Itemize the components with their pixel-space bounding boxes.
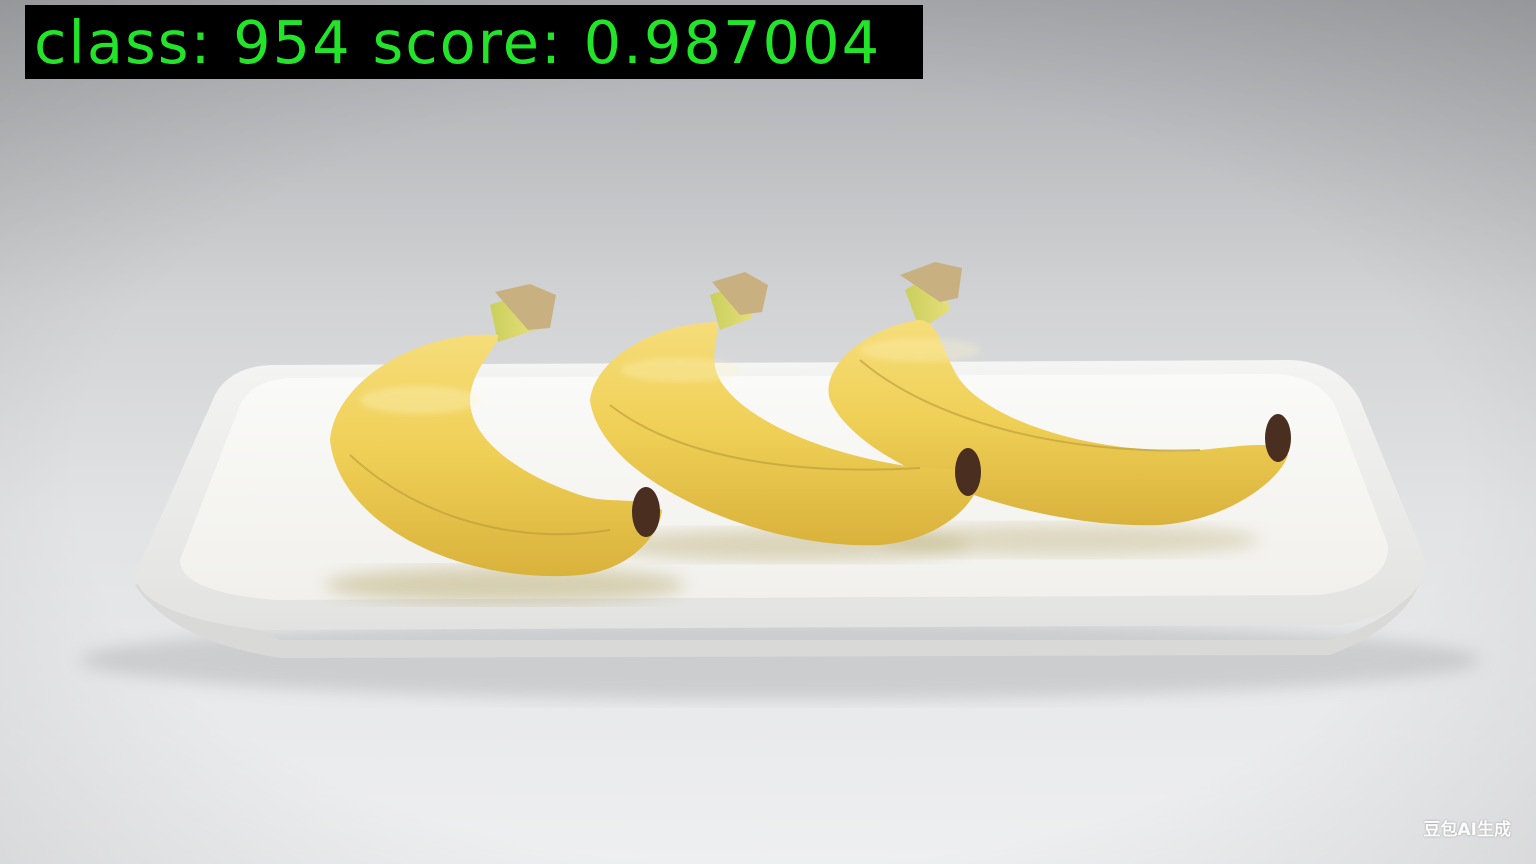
detection-label-text: class: 954 score: 0.987004: [34, 7, 882, 77]
photo-illustration: [0, 0, 1536, 864]
detection-label-box: class: 954 score: 0.987004: [25, 5, 923, 79]
photo-scene: class: 954 score: 0.987004 豆包AI生成: [0, 0, 1536, 864]
ai-watermark: 豆包AI生成: [1423, 820, 1511, 840]
plate-shadow: [80, 620, 1480, 700]
